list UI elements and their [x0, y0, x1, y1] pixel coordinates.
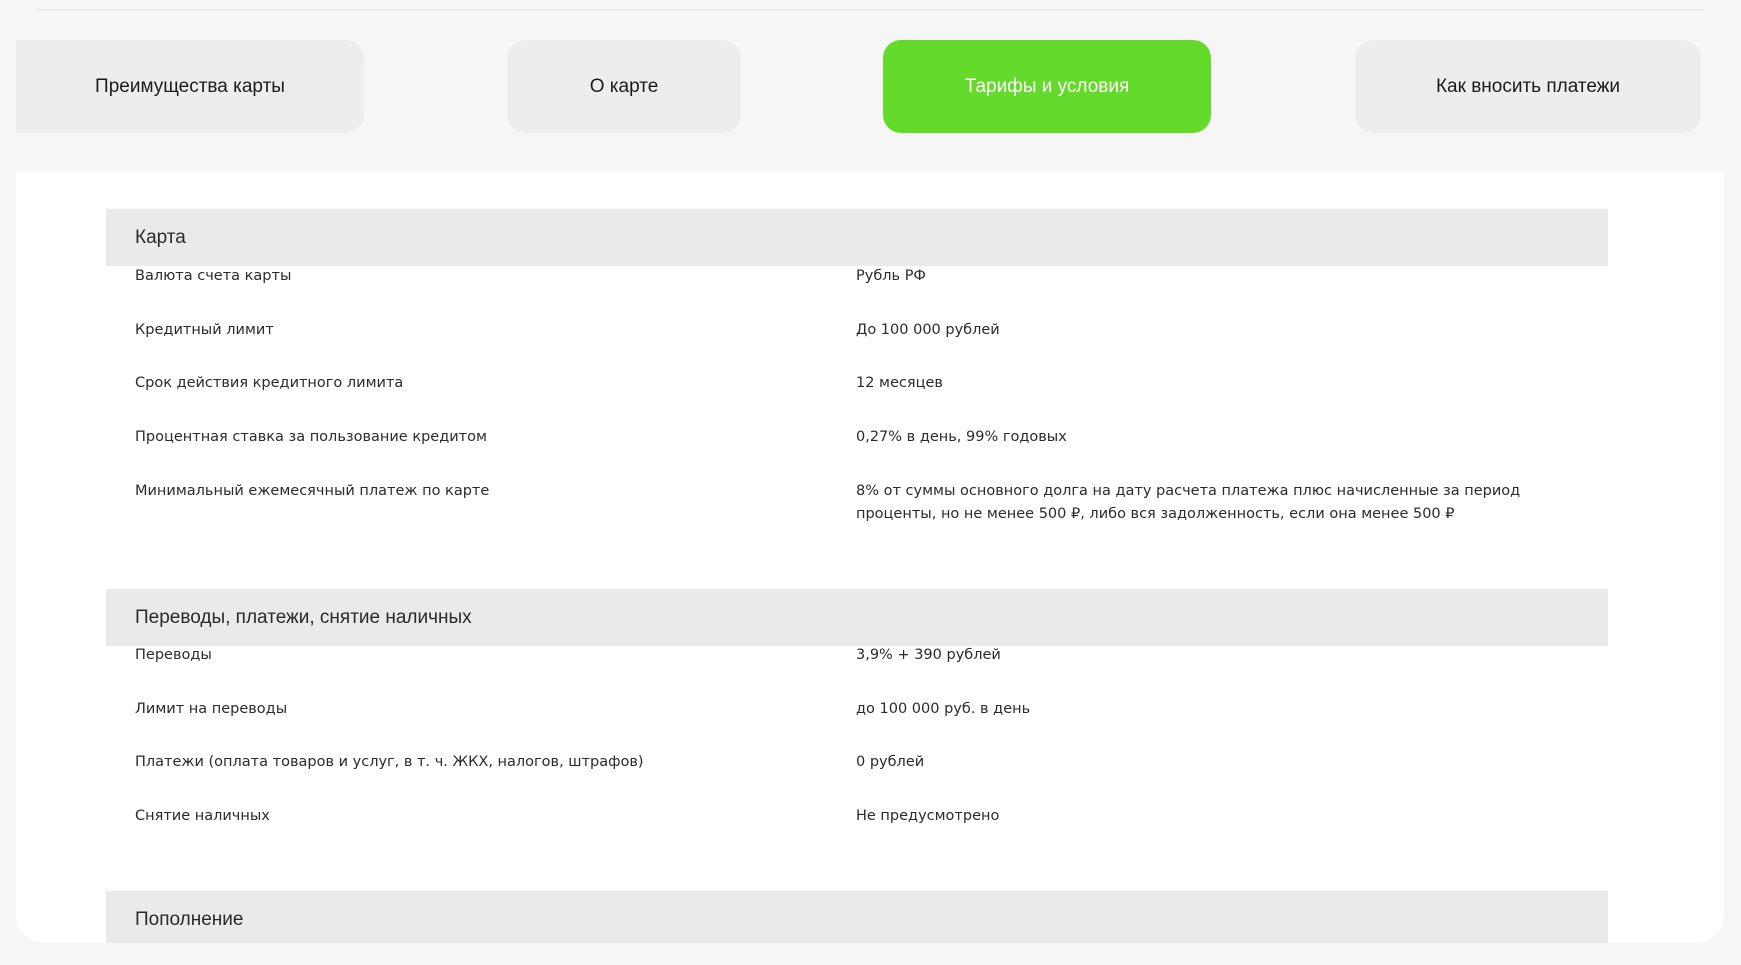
row-label: Срок действия кредитного лимита [135, 375, 404, 391]
row-value: 0,27% в день, 99% годовых [856, 429, 1067, 445]
section-title: Пополнение [135, 908, 244, 930]
row-value: Рубль РФ [856, 268, 926, 284]
row-label: Процентная ставка за пользование кредито… [135, 429, 487, 445]
row-value: До 100 000 рублей [856, 322, 1000, 338]
tariffs-panel: Карта Валюта счета карты Рубль РФ Кредит… [16, 171, 1724, 943]
section-header-card: Карта [106, 209, 1608, 266]
row-label: Кредитный лимит [135, 322, 274, 338]
section-header-transfers: Переводы, платежи, снятие наличных [106, 589, 1608, 646]
section-header-top-up: Пополнение [106, 891, 1608, 943]
row-label: Переводы [135, 647, 212, 663]
section-title: Карта [135, 226, 186, 248]
row-label: Снятие наличных [135, 808, 270, 824]
tabs-bar: Преимущества карты О карте Тарифы и усло… [16, 10, 1724, 171]
row-label: Минимальный ежемесячный платеж по карте [135, 483, 490, 499]
row-value: Не предусмотрено [856, 808, 1000, 824]
row-value: 8% от суммы основного долга на дату расч… [856, 483, 1521, 522]
row-label: Платежи (оплата товаров и услуг, в т. ч.… [135, 754, 644, 770]
row-value: до 100 000 руб. в день [856, 701, 1031, 717]
row-label: Лимит на переводы [135, 701, 288, 717]
row-value: 0 рублей [856, 754, 925, 770]
tab-how-to-pay[interactable]: Как вносить платежи [1355, 40, 1701, 133]
tab-about-card[interactable]: О карте [507, 40, 741, 133]
row-value: 3,9% + 390 рублей [856, 647, 1001, 663]
row-value: 12 месяцев [856, 375, 943, 391]
tab-card-advantages[interactable]: Преимущества карты [16, 40, 364, 133]
tab-tariffs-and-conditions[interactable]: Тарифы и условия [883, 40, 1211, 133]
row-label: Валюта счета карты [135, 268, 292, 284]
section-title: Переводы, платежи, снятие наличных [135, 606, 472, 628]
